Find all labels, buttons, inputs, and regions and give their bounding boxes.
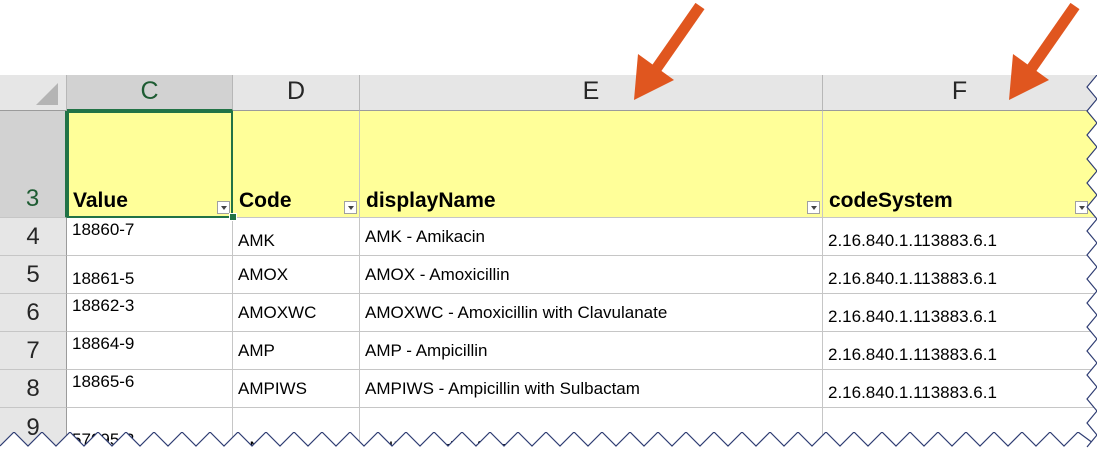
cell-codesystem[interactable]: 2.16.840.1.113883.6.1 — [823, 332, 1097, 370]
cell-value[interactable]: 18861-5 — [67, 256, 233, 294]
torn-edge-bottom — [0, 432, 1097, 464]
header-code-label: Code — [239, 189, 292, 212]
cell-code[interactable]: AMPIWS — [233, 370, 360, 408]
cell-codesystem[interactable]: 2.16.840.1.113883.6.1 — [823, 294, 1097, 332]
cell-displayname[interactable]: AMP - Ampicillin — [360, 332, 823, 370]
table-header-displayname[interactable]: displayName — [360, 111, 823, 218]
cell-displayname[interactable]: AMOX - Amoxicillin — [360, 256, 823, 294]
filter-dropdown-icon[interactable] — [344, 201, 357, 214]
header-codesystem-label: codeSystem — [829, 189, 953, 212]
row-header-7[interactable]: 7 — [0, 332, 67, 370]
cell-code[interactable]: AMK — [233, 218, 360, 256]
cell-code[interactable]: AMP — [233, 332, 360, 370]
row-header-5[interactable]: 5 — [0, 256, 67, 294]
header-value-label: Value — [73, 189, 128, 212]
spreadsheet-grid: C D E F 3 Value Code displayName codeSys… — [0, 0, 1097, 464]
cell-value[interactable]: 18864-9 — [67, 332, 233, 370]
fill-handle[interactable] — [229, 213, 237, 221]
column-header-d[interactable]: D — [233, 75, 360, 111]
select-all-triangle-icon — [36, 83, 58, 105]
row-header-4[interactable]: 4 — [0, 218, 67, 256]
cell-codesystem[interactable]: 2.16.840.1.113883.6.1 — [823, 256, 1097, 294]
table-header-code[interactable]: Code — [233, 111, 360, 218]
select-all-corner[interactable] — [0, 75, 67, 111]
torn-edge-right — [1086, 75, 1097, 455]
annotation-arrow-column-e — [634, 2, 705, 100]
cell-displayname[interactable]: AMPIWS - Ampicillin with Sulbactam — [360, 370, 823, 408]
table-header-value[interactable]: Value — [67, 111, 233, 218]
column-header-c[interactable]: C — [67, 75, 233, 111]
row-header-3[interactable]: 3 — [0, 111, 67, 218]
header-displayname-label: displayName — [366, 189, 496, 212]
row-header-8[interactable]: 8 — [0, 370, 67, 408]
row-header-6[interactable]: 6 — [0, 294, 67, 332]
column-header-e[interactable]: E — [360, 75, 823, 111]
annotation-arrow-column-f — [1009, 2, 1080, 100]
cell-value[interactable]: 18862-3 — [67, 294, 233, 332]
cell-codesystem[interactable]: 2.16.840.1.113883.6.1 — [823, 370, 1097, 408]
table-header-codesystem[interactable]: codeSystem — [823, 111, 1097, 218]
cell-displayname[interactable]: AMK - Amikacin — [360, 218, 823, 256]
cell-displayname[interactable]: AMOXWC - Amoxicillin with Clavulanate — [360, 294, 823, 332]
cell-code[interactable]: AMOX — [233, 256, 360, 294]
filter-dropdown-icon[interactable] — [807, 201, 820, 214]
cell-code[interactable]: AMOXWC — [233, 294, 360, 332]
cell-value[interactable]: 18860-7 — [67, 218, 233, 256]
cell-codesystem[interactable]: 2.16.840.1.113883.6.1 — [823, 218, 1097, 256]
cell-value[interactable]: 18865-6 — [67, 370, 233, 408]
